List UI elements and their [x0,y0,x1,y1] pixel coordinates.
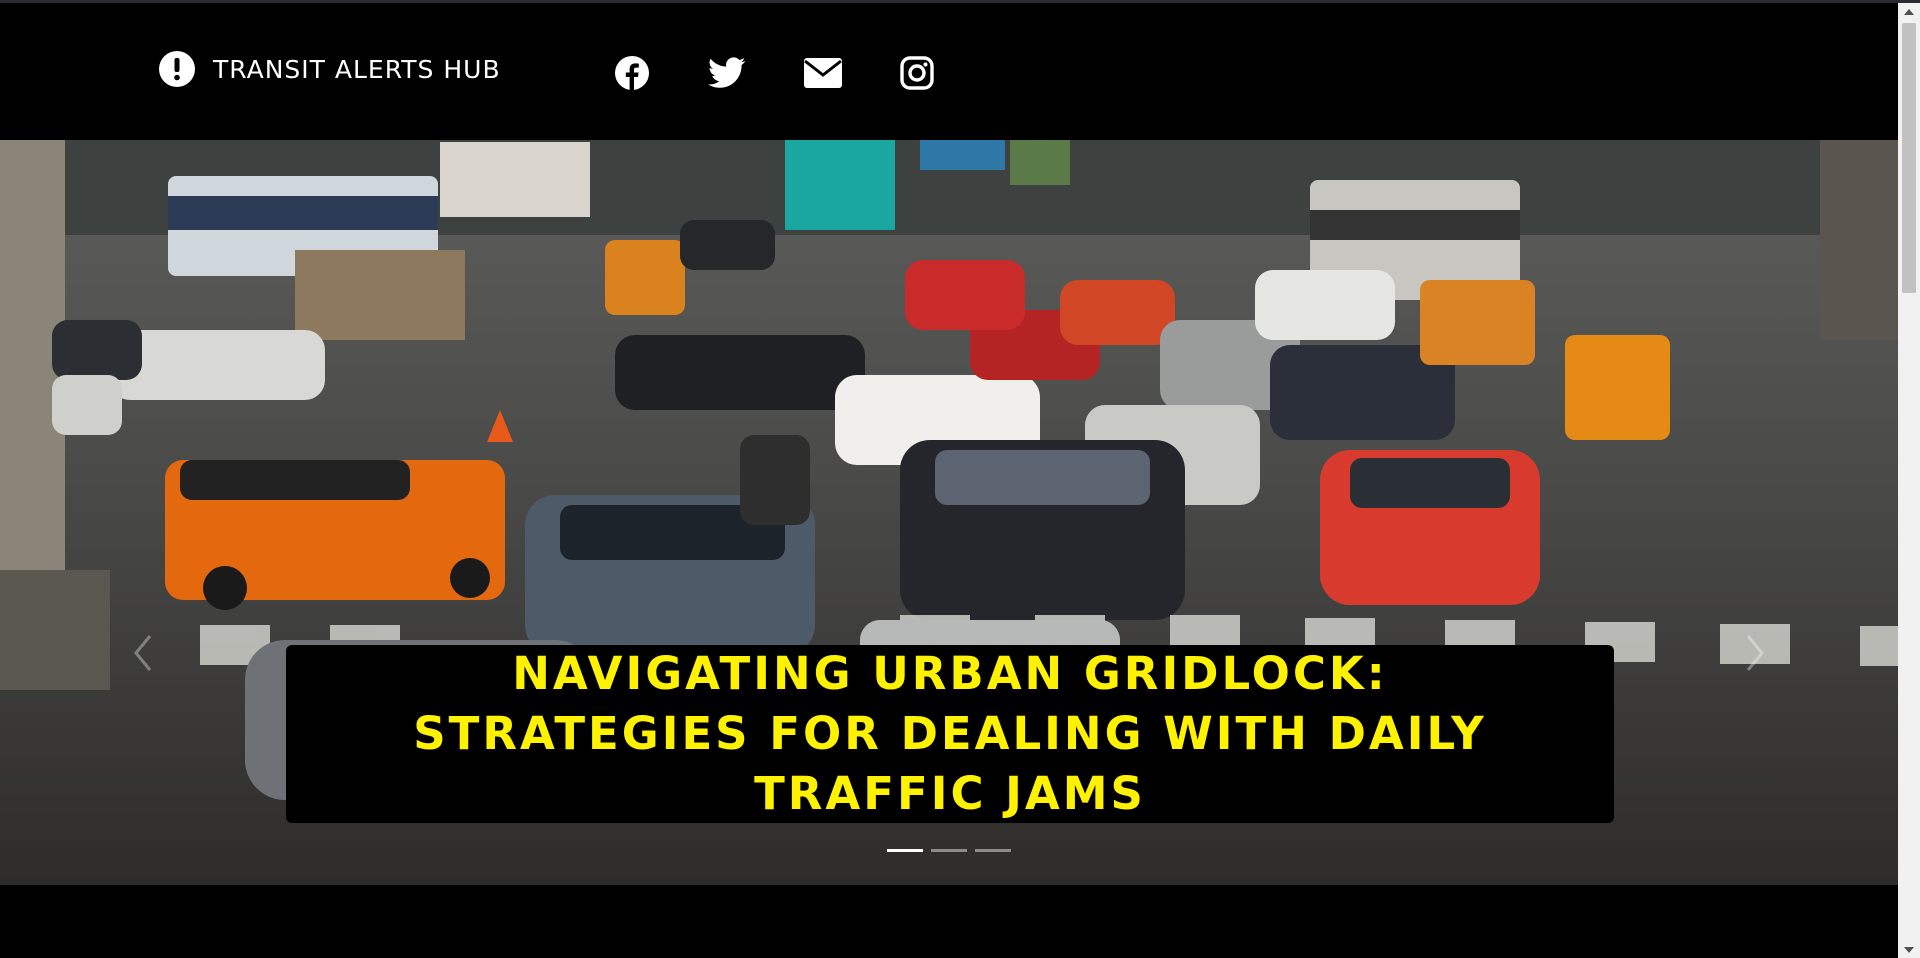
carousel-indicator[interactable] [887,849,923,852]
carousel-indicator[interactable] [931,849,967,852]
scroll-down-arrow-icon[interactable] [1898,941,1920,958]
carousel-next[interactable] [1740,628,1770,678]
alert-circle-icon [158,50,196,88]
instagram-link[interactable] [897,55,937,95]
twitter-icon [708,57,746,93]
carousel-prev[interactable] [128,628,158,678]
envelope-icon [804,58,842,92]
carousel-indicators [887,849,1011,852]
navbar: TRANSIT ALERTS HUB [0,3,1898,140]
twitter-link[interactable] [707,55,747,95]
page-below-fold [0,885,1898,958]
email-link[interactable] [803,55,843,95]
chevron-left-icon [134,635,152,671]
brand-name: TRANSIT ALERTS HUB [213,54,501,84]
chevron-right-icon [1746,635,1764,671]
scroll-up-arrow-icon[interactable] [1898,3,1920,20]
scrollbar-thumb[interactable] [1902,23,1916,293]
carousel-indicator[interactable] [975,849,1011,852]
hero-title: NAVIGATING URBAN GRIDLOCK: STRATEGIES FO… [413,647,1487,820]
facebook-icon [614,55,650,95]
facebook-link[interactable] [612,55,652,95]
hero-caption: NAVIGATING URBAN GRIDLOCK: STRATEGIES FO… [286,645,1614,823]
instagram-icon [900,56,934,94]
page: TRANSIT ALERTS HUB NAVIGATING URBAN GRID… [0,0,1920,958]
brand-link[interactable]: TRANSIT ALERTS HUB [158,50,501,88]
vertical-scrollbar[interactable] [1898,3,1920,958]
